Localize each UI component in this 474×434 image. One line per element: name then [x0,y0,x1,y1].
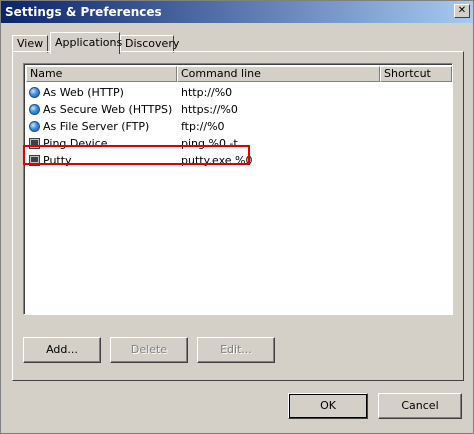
tab-applications[interactable]: Applications [50,32,123,54]
ok-button-label: OK [320,399,336,412]
row-name: As Web (HTTP) [43,86,124,99]
add-button-label: Add... [46,343,78,356]
applications-panel: Name Command line Shortcut As Web (HTTP)… [12,51,464,381]
applications-list[interactable]: Name Command line Shortcut As Web (HTTP)… [23,63,453,315]
row-command: ftp://%0 [181,120,225,133]
column-header-name[interactable]: Name [26,66,177,82]
tab-discovery-label: Discovery [125,37,180,50]
row-command: ping %0 -t [181,137,238,150]
globe-icon [29,87,40,98]
ok-button[interactable]: OK [288,393,368,419]
monitor-icon [29,155,40,166]
cancel-button[interactable]: Cancel [378,393,462,419]
table-row[interactable]: As Web (HTTP) http://%0 [26,84,452,101]
edit-button[interactable]: Edit... [197,337,275,363]
window-title: Settings & Preferences [5,5,162,19]
table-row[interactable]: Ping Device ping %0 -t [26,135,452,152]
column-shortcut-label: Shortcut [384,67,431,80]
row-name: Ping Device [43,137,108,150]
tab-view-label: View [17,37,44,50]
column-header-shortcut[interactable]: Shortcut [380,66,452,82]
column-name-label: Name [30,67,63,80]
settings-dialog: Settings & Preferences ✕ View Applicatio… [0,0,474,434]
table-row[interactable]: Putty putty.exe %0 [26,152,452,169]
list-header: Name Command line Shortcut [26,66,452,82]
row-name: As Secure Web (HTTPS) [43,103,173,116]
globe-icon [29,121,40,132]
column-header-command[interactable]: Command line [177,66,380,82]
edit-button-label: Edit... [220,343,252,356]
close-button[interactable]: ✕ [454,4,470,18]
row-name: Putty [43,154,72,167]
cancel-button-label: Cancel [401,399,439,412]
globe-icon [29,104,40,115]
row-command: putty.exe %0 [181,154,253,167]
add-button[interactable]: Add... [23,337,101,363]
tab-applications-label: Applications [55,36,123,49]
monitor-icon [29,138,40,149]
close-icon: ✕ [457,5,467,16]
delete-button-label: Delete [130,343,168,356]
column-command-label: Command line [181,67,261,80]
delete-button[interactable]: Delete [110,337,188,363]
table-row[interactable]: As Secure Web (HTTPS) https://%0 [26,101,452,118]
row-command: https://%0 [181,103,238,116]
table-row[interactable]: As File Server (FTP) ftp://%0 [26,118,452,135]
row-name: As File Server (FTP) [43,120,150,133]
row-command: http://%0 [181,86,233,99]
title-bar: Settings & Preferences ✕ [1,1,473,23]
